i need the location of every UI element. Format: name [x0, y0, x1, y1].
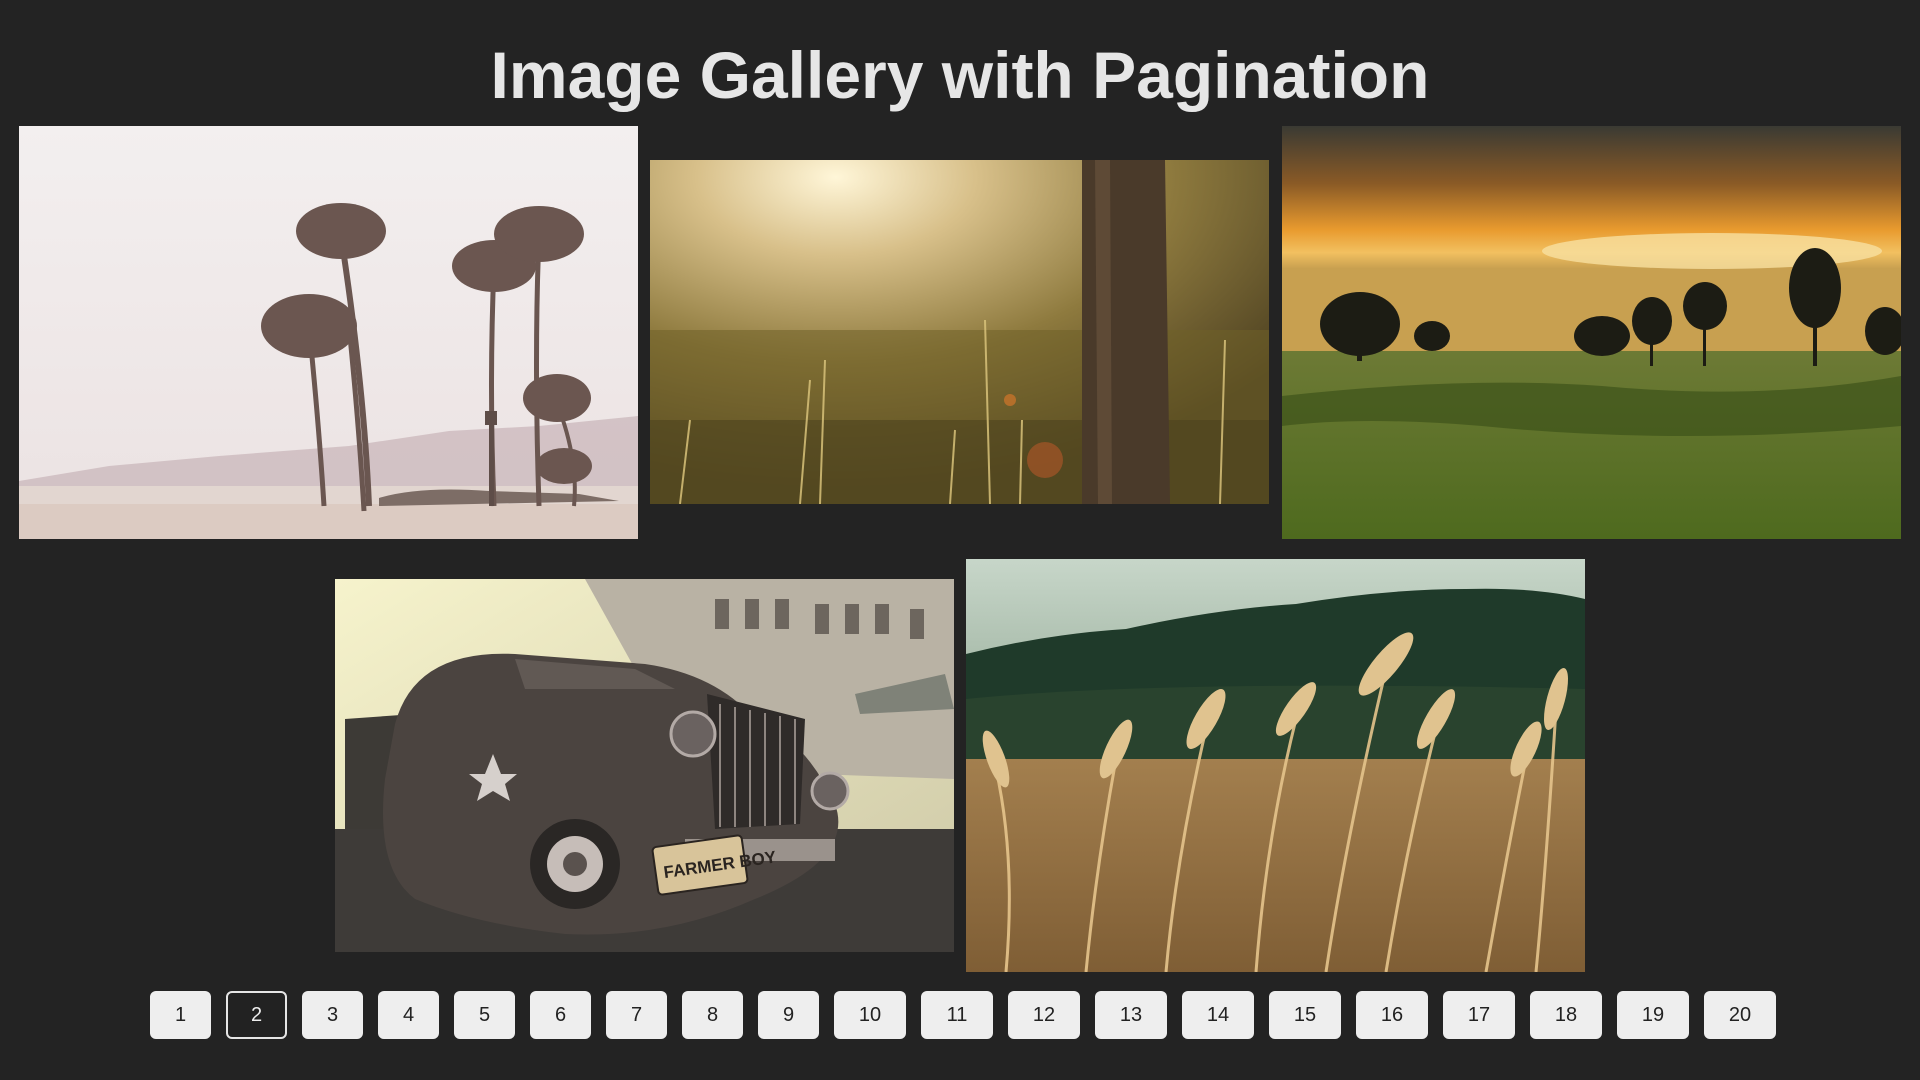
page-button-3[interactable]: 3	[302, 991, 363, 1039]
page-button-9[interactable]: 9	[758, 991, 819, 1039]
page-button-19[interactable]: 19	[1617, 991, 1689, 1039]
page-button-10[interactable]: 10	[834, 991, 906, 1039]
page-button-17[interactable]: 17	[1443, 991, 1515, 1039]
page-button-5[interactable]: 5	[454, 991, 515, 1039]
page-button-18[interactable]: 18	[1530, 991, 1602, 1039]
gallery-image-sunset-meadow[interactable]	[1282, 126, 1901, 539]
page-button-6[interactable]: 6	[530, 991, 591, 1039]
page-button-11[interactable]: 11	[921, 991, 993, 1039]
page-button-16[interactable]: 16	[1356, 991, 1428, 1039]
page-button-8[interactable]: 8	[682, 991, 743, 1039]
gallery-image-sunlit-grass[interactable]	[650, 160, 1269, 504]
page-button-15[interactable]: 15	[1269, 991, 1341, 1039]
page-button-1[interactable]: 1	[150, 991, 211, 1039]
page-button-7[interactable]: 7	[606, 991, 667, 1039]
gallery-image-vintage-car[interactable]: FARMER BOY	[335, 579, 954, 952]
page-button-4[interactable]: 4	[378, 991, 439, 1039]
page-button-13[interactable]: 13	[1095, 991, 1167, 1039]
page-button-20[interactable]: 20	[1704, 991, 1776, 1039]
pagination: 1 2 3 4 5 6 7 8 9 10 11 12 13 14 15 16 17 18 19 20	[150, 991, 1776, 1039]
gallery-image-palm-beach[interactable]	[19, 126, 638, 539]
gallery-image-wheat-field[interactable]	[966, 559, 1585, 972]
page-button-12[interactable]: 12	[1008, 991, 1080, 1039]
page-button-2[interactable]: 2	[226, 991, 287, 1039]
page-title: Image Gallery with Pagination	[490, 38, 1430, 112]
page-button-14[interactable]: 14	[1182, 991, 1254, 1039]
